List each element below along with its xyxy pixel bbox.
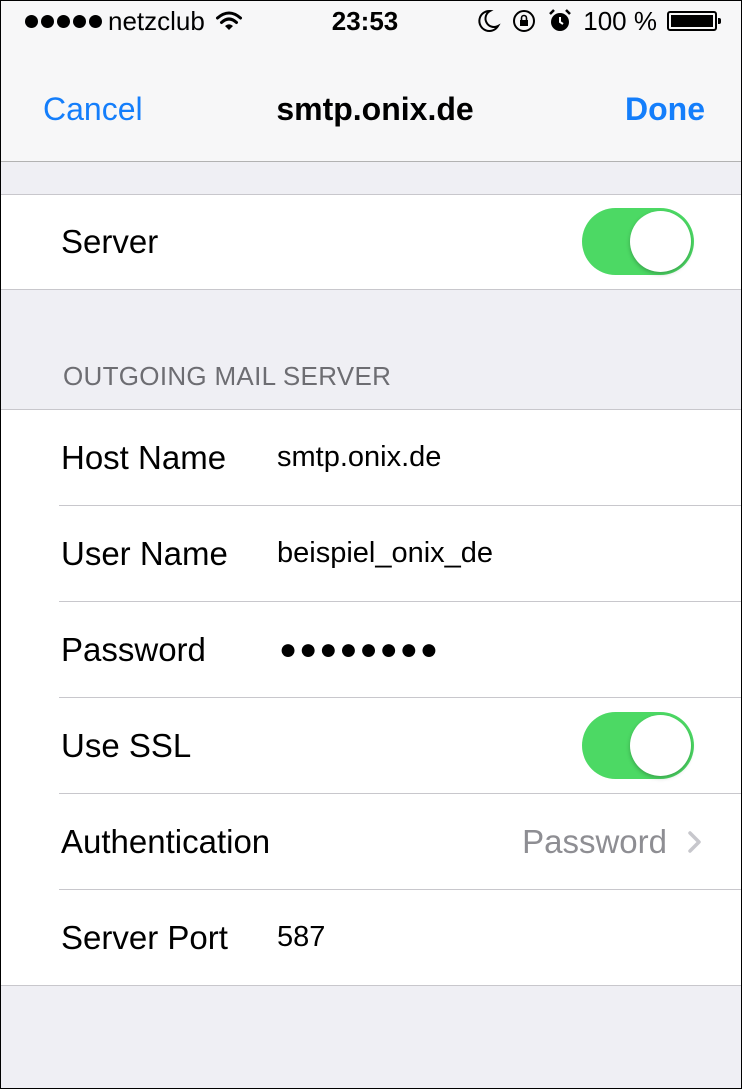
server-port-label: Server Port (61, 919, 228, 956)
moon-icon (478, 9, 501, 32)
host-name-row[interactable]: Host Name smtp.onix.de (59, 410, 741, 506)
server-port-field[interactable]: 587 (277, 890, 325, 985)
navigation-bar: Cancel smtp.onix.de Done (1, 71, 741, 151)
authentication-label: Authentication (61, 823, 271, 860)
password-field[interactable]: ●●●●●●●● (279, 602, 440, 697)
status-right: 100 % (475, 1, 721, 41)
use-ssl-toggle[interactable] (582, 712, 694, 779)
server-row: Server (59, 195, 741, 289)
use-ssl-label: Use SSL (61, 727, 192, 764)
user-name-label: User Name (61, 535, 228, 572)
server-port-row[interactable]: Server Port 587 (59, 890, 741, 985)
alarm-icon (549, 9, 572, 31)
server-toggle[interactable] (582, 208, 694, 275)
server-label: Server (61, 223, 159, 260)
host-name-label: Host Name (61, 439, 227, 476)
outgoing-mail-server-header: OUTGOING MAIL SERVER (63, 361, 392, 391)
password-row[interactable]: Password ●●●●●●●● (59, 602, 741, 698)
toggle-knob (630, 211, 691, 272)
host-name-field[interactable]: smtp.onix.de (277, 410, 441, 505)
server-group: Server (1, 194, 741, 290)
status-bar: netzclub 23:53 100 % (1, 1, 741, 41)
mail-server-settings-screen: netzclub 23:53 100 % Cancel smtp.onix.de… (0, 0, 742, 1089)
top-bar: netzclub 23:53 100 % Cancel smtp.onix.de… (1, 1, 741, 162)
authentication-row[interactable]: Authentication Password (59, 794, 741, 890)
rotation-lock-icon (513, 10, 536, 32)
user-name-row[interactable]: User Name beispiel_onix_de (59, 506, 741, 602)
chevron-right-icon (688, 831, 701, 853)
toggle-knob (630, 715, 691, 776)
battery-icon (667, 11, 721, 31)
use-ssl-row: Use SSL (59, 698, 741, 794)
authentication-value: Password (522, 823, 667, 860)
battery-percent: 100 % (583, 6, 657, 36)
password-label: Password (61, 631, 206, 668)
outgoing-mail-server-group: Host Name smtp.onix.de User Name beispie… (1, 409, 741, 986)
done-button[interactable]: Done (625, 91, 705, 128)
user-name-field[interactable]: beispiel_onix_de (277, 506, 493, 601)
